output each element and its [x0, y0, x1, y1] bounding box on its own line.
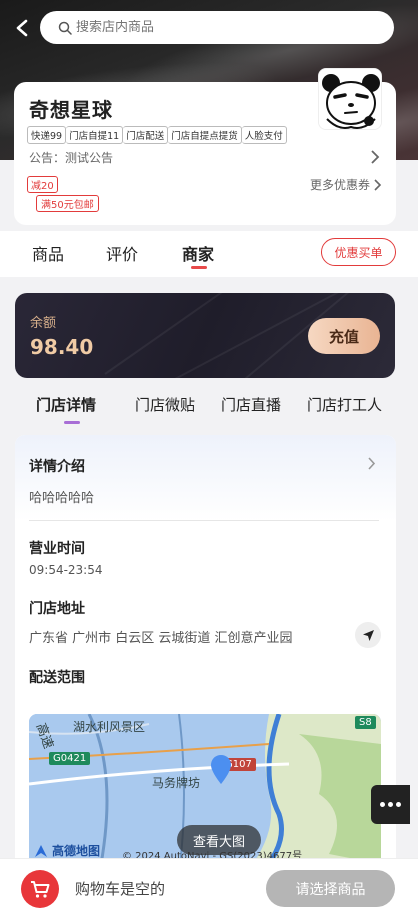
dot-icon [396, 802, 401, 807]
road-badge-g0421: G0421 [49, 752, 91, 765]
more-options-button[interactable] [371, 785, 410, 824]
dot-icon [388, 802, 393, 807]
map-logo-text: 高德地图 [52, 844, 101, 858]
tab-store-posts[interactable]: 门店微贴 [135, 394, 195, 415]
cart-button[interactable] [21, 870, 59, 908]
balance-label: 余额 [30, 316, 57, 331]
cart-bar: 购物车是空的 请选择商品 [0, 858, 418, 912]
back-button[interactable] [10, 14, 34, 42]
coupon-discount-tag: 减20 [27, 176, 58, 193]
address-title: 门店地址 [29, 601, 85, 617]
cart-empty-text: 购物车是空的 [75, 880, 166, 898]
more-coupons-label: 更多优惠券 [309, 178, 370, 192]
store-detail-card: 详情介绍 哈哈哈哈哈 营业时间 09:54-23:54 门店地址 广东省 广州市… [15, 435, 396, 875]
intro-section[interactable]: 详情介绍 哈哈哈哈哈 [15, 435, 396, 521]
search-input[interactable] [76, 20, 356, 35]
map-label-scenic: 湖水利风景区 [73, 720, 146, 734]
store-name: 奇想星球 [29, 98, 113, 122]
active-subtab-indicator [64, 421, 80, 424]
active-tab-indicator [191, 266, 207, 269]
chevron-left-icon [16, 19, 28, 37]
map-provider-logo: 高德地图 [33, 842, 100, 859]
tab-store-live[interactable]: 门店直播 [221, 394, 281, 415]
map-label-place: 马务牌坊 [152, 776, 201, 790]
coupon-free-shipping-tag: 满50元包邮 [36, 195, 99, 212]
location-pin-icon [211, 755, 231, 784]
store-notice[interactable]: 公告：测试公告 [29, 149, 113, 166]
navigate-button[interactable] [355, 622, 381, 648]
store-tag: 门店自提点提货 [168, 126, 242, 144]
delivery-title: 配送范围 [29, 670, 85, 686]
recharge-button[interactable]: 充值 [308, 318, 380, 354]
store-sub-tabs: 门店详情 门店微贴 门店直播 门店打工人 [0, 392, 418, 424]
tab-merchant[interactable]: 商家 [182, 241, 214, 265]
divider [29, 520, 379, 521]
search-icon [58, 21, 72, 35]
store-tag: 快递99 [27, 126, 67, 144]
chevron-right-icon [368, 457, 376, 470]
tab-store-staff[interactable]: 门店打工人 [307, 394, 382, 415]
chevron-right-icon [374, 178, 382, 191]
tab-goods[interactable]: 商品 [32, 241, 64, 265]
tab-store-details[interactable]: 门店详情 [36, 394, 96, 415]
store-avatar[interactable] [318, 68, 382, 130]
select-goods-button[interactable]: 请选择商品 [266, 870, 395, 907]
amap-icon [35, 844, 47, 857]
store-tag: 人脸支付 [241, 126, 287, 144]
hours-value: 09:54-23:54 [29, 563, 103, 577]
road-badge-s8: S8 [355, 716, 376, 729]
chevron-right-icon[interactable] [370, 150, 380, 164]
store-tags: 快递99 门店自提11 门店配送 门店自提点提货 人脸支付 [27, 126, 287, 144]
hours-title: 营业时间 [29, 541, 85, 557]
search-bar[interactable] [40, 11, 394, 44]
tab-reviews[interactable]: 评价 [106, 241, 138, 265]
intro-title: 详情介绍 [29, 459, 85, 475]
discount-pay-button[interactable]: 优惠买单 [321, 238, 396, 266]
balance-value: 98.40 [30, 335, 94, 359]
navigation-arrow-icon [362, 629, 374, 641]
shopping-cart-icon [31, 881, 50, 898]
address-value: 广东省 广州市 白云区 云城街道 汇创意产业园 [29, 631, 293, 646]
intro-text: 哈哈哈哈哈 [29, 491, 95, 506]
store-tag: 门店配送 [123, 126, 169, 144]
store-info-card: 奇想星球 快递99 门店自提11 门店配送 门店自提点提货 人脸支付 公告：测试… [14, 68, 396, 225]
main-tabs: 商品 评价 商家 优惠买单 [0, 231, 418, 277]
panda-logo [319, 69, 381, 129]
dot-icon [380, 802, 385, 807]
delivery-map[interactable]: 湖水利风景区 高速 G0421 G107 S8 马务牌坊 查看大图 高德地图 ©… [29, 714, 381, 875]
store-tag: 门店自提11 [66, 126, 124, 144]
balance-card: 余额 98.40 充值 [15, 293, 395, 378]
more-coupons-link[interactable]: 更多优惠券 [310, 176, 382, 193]
